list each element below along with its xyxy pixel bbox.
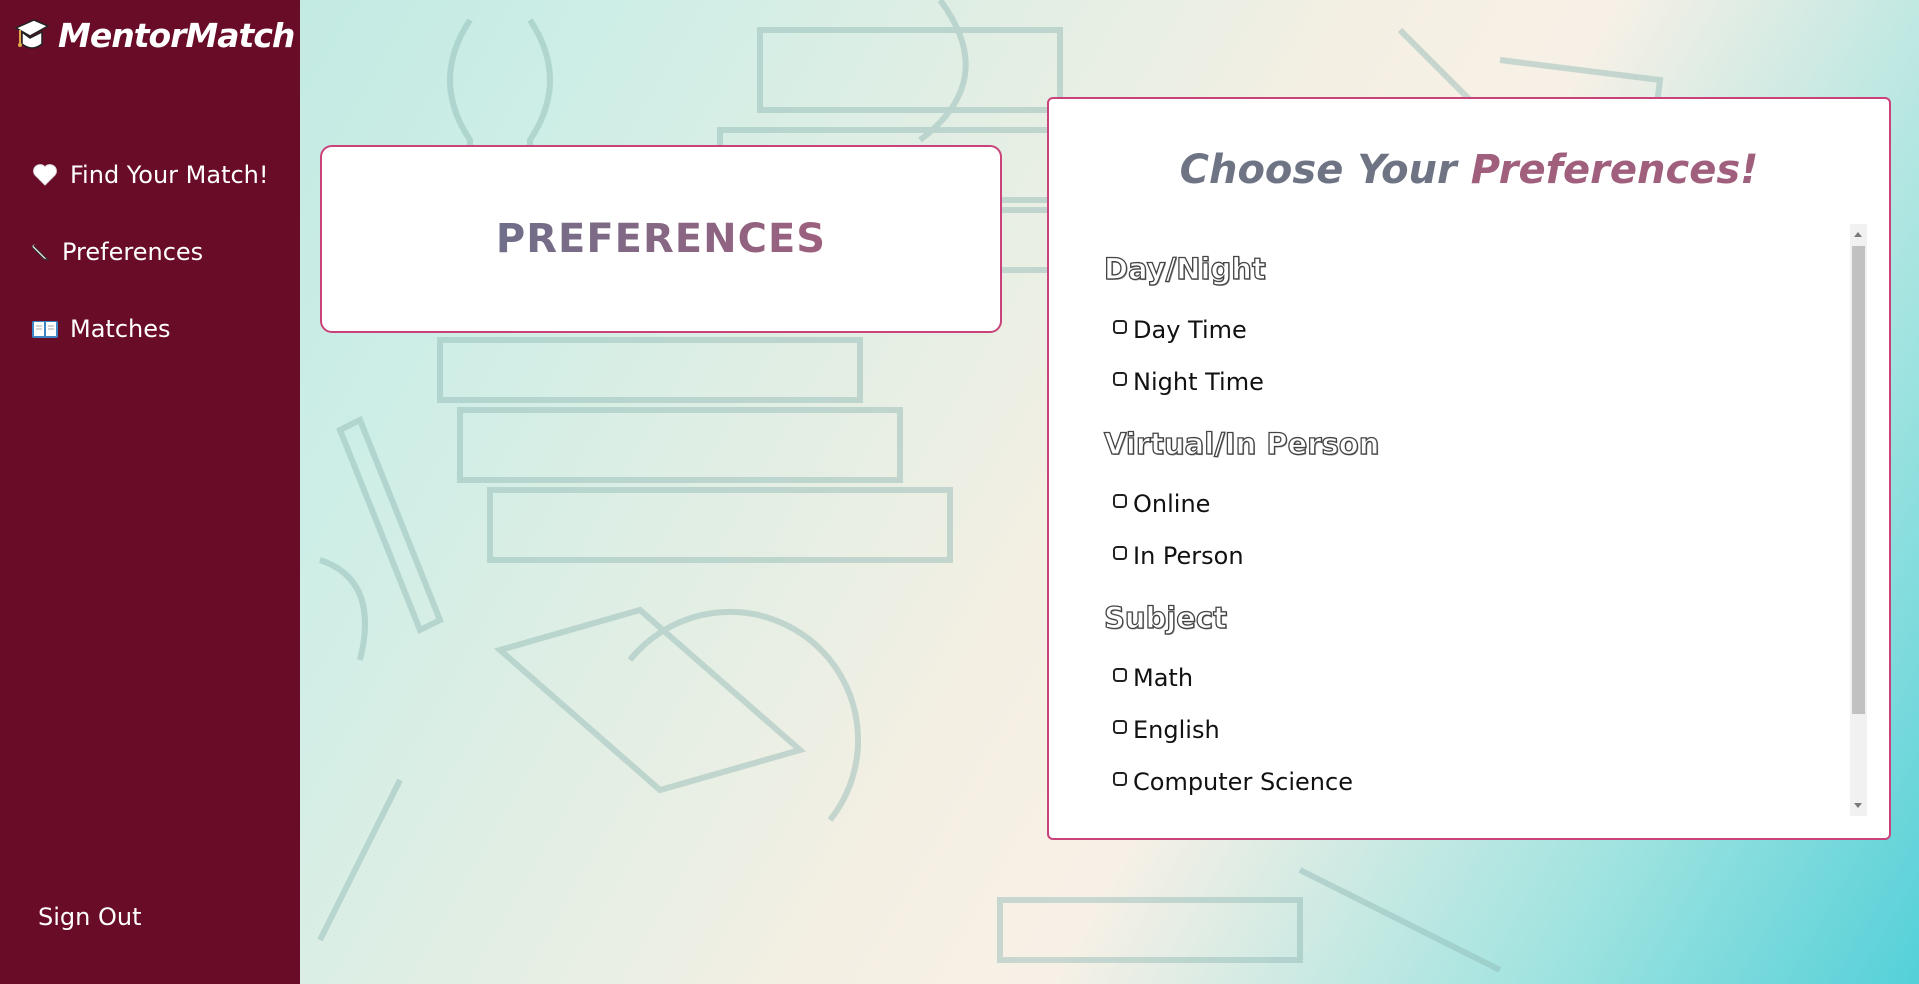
sidebar-item-label: Find Your Match!: [70, 161, 269, 189]
option-label: Night Time: [1133, 368, 1264, 396]
sidebar-item-label: Preferences: [62, 238, 204, 266]
option-label: Day Time: [1133, 316, 1247, 344]
option-computer-science[interactable]: Computer Science: [1113, 768, 1353, 796]
scrollbar-thumb[interactable]: [1852, 246, 1865, 714]
page-title-card: PREFERENCES: [320, 145, 1002, 333]
group-title-subject: Subject: [1103, 600, 1227, 635]
sign-out-link[interactable]: Sign Out: [38, 903, 142, 931]
option-label: English: [1133, 716, 1220, 744]
heading-part-2: Preferences!: [1470, 147, 1759, 193]
checkbox[interactable]: [1113, 372, 1127, 386]
group-title-virtual-in-person: Virtual/In Person: [1103, 426, 1380, 461]
option-label: Math: [1133, 664, 1194, 692]
graduation-cap-icon: [14, 19, 50, 49]
group-title-day-night: Day/Night: [1103, 251, 1266, 286]
option-math[interactable]: Math: [1113, 664, 1193, 692]
option-english[interactable]: English: [1113, 716, 1220, 744]
scroll-down-arrow-icon[interactable]: [1854, 803, 1862, 808]
option-label: In Person: [1133, 542, 1244, 570]
sidebar-item-find-match[interactable]: Find Your Match!: [30, 160, 269, 190]
preferences-heading: Choose Your Preferences!: [1049, 147, 1889, 193]
option-label: Computer Science: [1133, 768, 1353, 796]
brand-name: MentorMatch: [58, 15, 295, 55]
checkbox[interactable]: [1113, 772, 1127, 786]
heart-icon: [30, 160, 60, 190]
checkbox[interactable]: [1113, 320, 1127, 334]
scroll-up-arrow-icon[interactable]: [1854, 232, 1862, 237]
option-label: Online: [1133, 490, 1211, 518]
option-in-person[interactable]: In Person: [1113, 542, 1244, 570]
option-day-time[interactable]: Day Time: [1113, 316, 1247, 344]
page-title: PREFERENCES: [495, 216, 827, 262]
option-online[interactable]: Online: [1113, 490, 1210, 518]
pencil-icon: [28, 237, 52, 267]
checkbox[interactable]: [1113, 668, 1127, 682]
sidebar-item-label: Matches: [70, 315, 171, 343]
checkbox[interactable]: [1113, 494, 1127, 508]
option-night-time[interactable]: Night Time: [1113, 368, 1264, 396]
sidebar-item-matches[interactable]: Matches: [30, 314, 171, 344]
preferences-scrollbar[interactable]: [1850, 224, 1867, 816]
heading-part-1: Choose Your: [1179, 147, 1471, 193]
book-icon: [30, 314, 60, 344]
sidebar-item-preferences[interactable]: Preferences: [28, 237, 203, 267]
checkbox[interactable]: [1113, 546, 1127, 560]
sidebar: MentorMatch Find Your Match! Preferences…: [0, 0, 300, 984]
checkbox[interactable]: [1113, 720, 1127, 734]
brand[interactable]: MentorMatch: [10, 14, 295, 56]
